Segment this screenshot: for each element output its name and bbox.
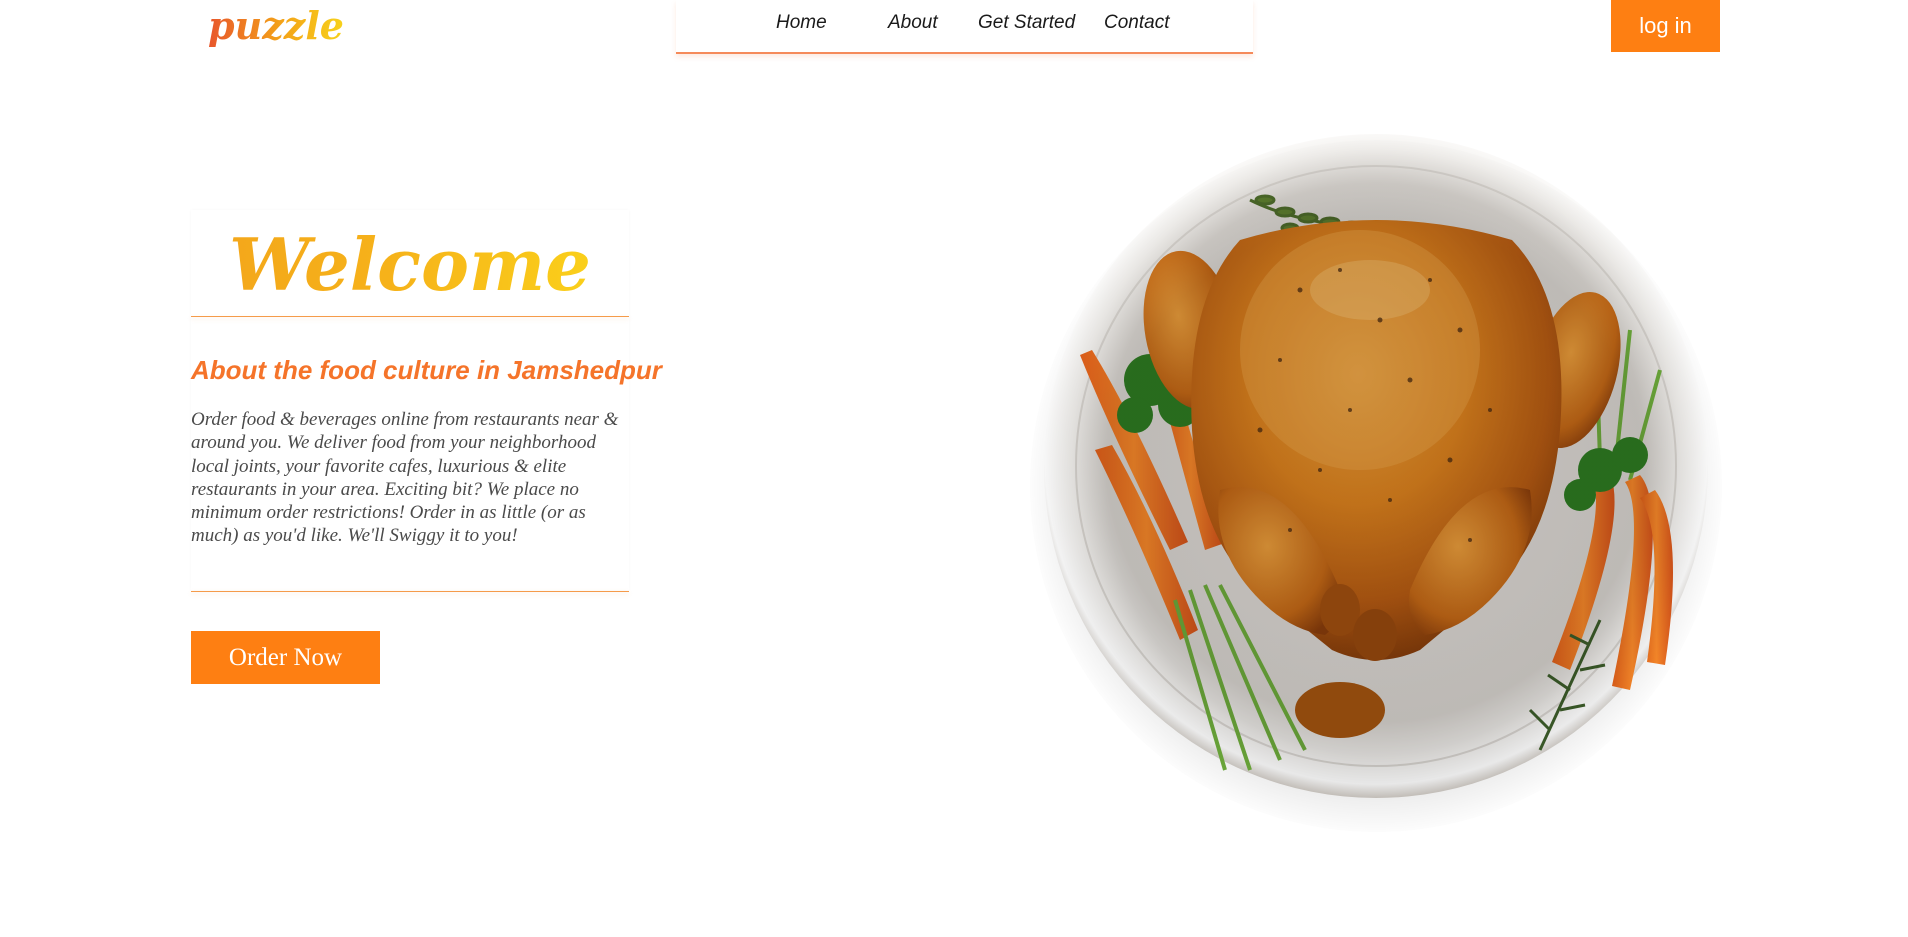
nav-get-started-link[interactable]: Get Started bbox=[978, 12, 1075, 34]
roast-chicken-plate-image bbox=[1030, 130, 1722, 832]
nav-contact-link[interactable]: Contact bbox=[1104, 12, 1169, 34]
welcome-heading: Welcome bbox=[191, 210, 629, 320]
about-heading: About the food culture in Jamshedpur bbox=[191, 355, 662, 385]
main-navigation: Home About Get Started Contact bbox=[676, 0, 1253, 54]
landing-page: puzzle Home About Get Started Contact lo… bbox=[0, 0, 1908, 937]
order-now-button[interactable]: Order Now bbox=[191, 631, 380, 684]
about-description: Order food & beverages online from resta… bbox=[191, 409, 619, 547]
plate-shadow bbox=[1030, 140, 1722, 832]
welcome-card: Welcome About the food culture in Jamshe… bbox=[191, 210, 662, 592]
login-button[interactable]: log in bbox=[1611, 0, 1720, 52]
welcome-divider bbox=[191, 316, 629, 317]
description-divider bbox=[191, 591, 629, 592]
brand-logo[interactable]: puzzle bbox=[208, 2, 344, 50]
nav-home-link[interactable]: Home bbox=[776, 12, 827, 34]
nav-about-link[interactable]: About bbox=[888, 12, 938, 34]
